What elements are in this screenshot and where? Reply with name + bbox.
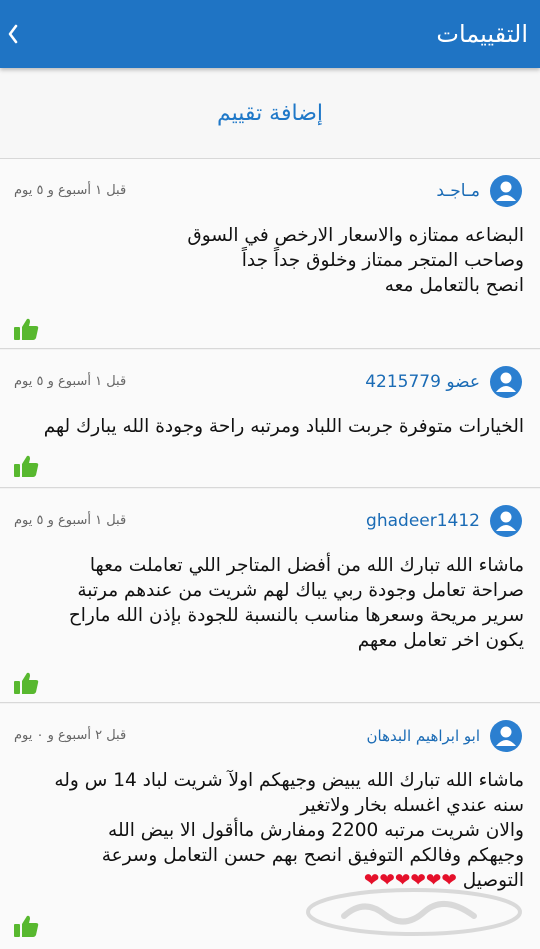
like-button[interactable] <box>12 452 40 480</box>
review-text: الخيارات متوفرة جربت اللباد ومرتبه راحة … <box>14 414 524 439</box>
back-button[interactable] <box>0 18 26 50</box>
app-bar: التقييمات <box>0 0 540 68</box>
thumbs-up-icon <box>14 672 39 694</box>
hearts-emoji: ❤❤❤❤❤❤ <box>363 870 457 891</box>
review-time: قبل ١ أسبوع و ٥ يوم <box>14 183 127 198</box>
review-line: سرير مريحة وسعرها مناسب بالنسبة للجودة ب… <box>68 605 524 626</box>
user-avatar-icon <box>490 505 522 537</box>
review-text: ماشاء الله تبارك الله يبيض وجيهكم اولآ ش… <box>14 768 524 893</box>
review-item: ghadeer1412 قبل ١ أسبوع و ٥ يوم ماشاء ال… <box>0 489 540 703</box>
thumbs-up-icon <box>14 915 39 937</box>
like-button[interactable] <box>12 669 40 697</box>
review-line: التوصيل ❤❤❤❤❤❤ <box>14 868 524 893</box>
review-line: سنه عندي اغسله بخار ولاتغير <box>300 795 524 816</box>
review-line: والان شريت مرتبه 2200 ومفارش ماأقول الا … <box>108 820 524 841</box>
review-time: قبل ١ أسبوع و ٥ يوم <box>14 374 127 389</box>
review-line: ماشاء الله تبارك الله يبيض وجيهكم اولآ ش… <box>54 770 524 791</box>
thumbs-up-icon <box>14 455 39 477</box>
review-text: ماشاء الله تبارك الله من أفضل المتاجر ال… <box>14 553 524 653</box>
review-line-text: التوصيل <box>462 870 524 891</box>
review-author[interactable]: عضو 4215779 <box>365 368 480 396</box>
review-line: صراحة تعامل وجودة ربي يباك لهم شريت من ع… <box>77 580 524 601</box>
review-item: عضو 4215779 قبل ١ أسبوع و ٥ يوم الخيارات… <box>0 350 540 488</box>
review-line: وصاحب المتجر ممتاز وخلوق جداً جداً <box>241 250 524 271</box>
review-author[interactable]: ghadeer1412 <box>366 507 480 535</box>
review-line: ماشاء الله تبارك الله من أفضل المتاجر ال… <box>89 555 524 576</box>
review-item: ابو ابراهيم البدهان قبل ٢ أسبوع و ٠ يوم … <box>0 704 540 949</box>
review-item: مـاجـد قبل ١ أسبوع و ٥ يوم البضاعه ممتاز… <box>0 159 540 349</box>
review-author[interactable]: مـاجـد <box>436 177 480 205</box>
review-line: يكون اخر تعامل معهم <box>357 630 524 651</box>
like-button[interactable] <box>12 315 40 343</box>
review-line: وجيهكم وفالكم التوفيق انصح بهم حسن التعا… <box>101 845 524 866</box>
chevron-left-icon <box>8 24 18 44</box>
review-line: البضاعه ممتازه والاسعار الارخص في السوق <box>187 225 524 246</box>
review-line: انصح بالتعامل معه <box>384 275 524 296</box>
review-time: قبل ١ أسبوع و ٥ يوم <box>14 513 127 528</box>
review-text: البضاعه ممتازه والاسعار الارخص في السوق … <box>14 223 524 298</box>
review-author[interactable]: ابو ابراهيم البدهان <box>367 722 480 750</box>
user-avatar-icon <box>490 175 522 207</box>
user-avatar-icon <box>490 720 522 752</box>
page-title: التقييمات <box>436 20 528 48</box>
add-review-button[interactable]: إضافة تقييم <box>0 68 540 159</box>
review-line: الخيارات متوفرة جربت اللباد ومرتبه راحة … <box>43 416 524 437</box>
review-time: قبل ٢ أسبوع و ٠ يوم <box>14 728 127 743</box>
thumbs-up-icon <box>14 318 39 340</box>
like-button[interactable] <box>12 912 40 940</box>
user-avatar-icon <box>490 366 522 398</box>
